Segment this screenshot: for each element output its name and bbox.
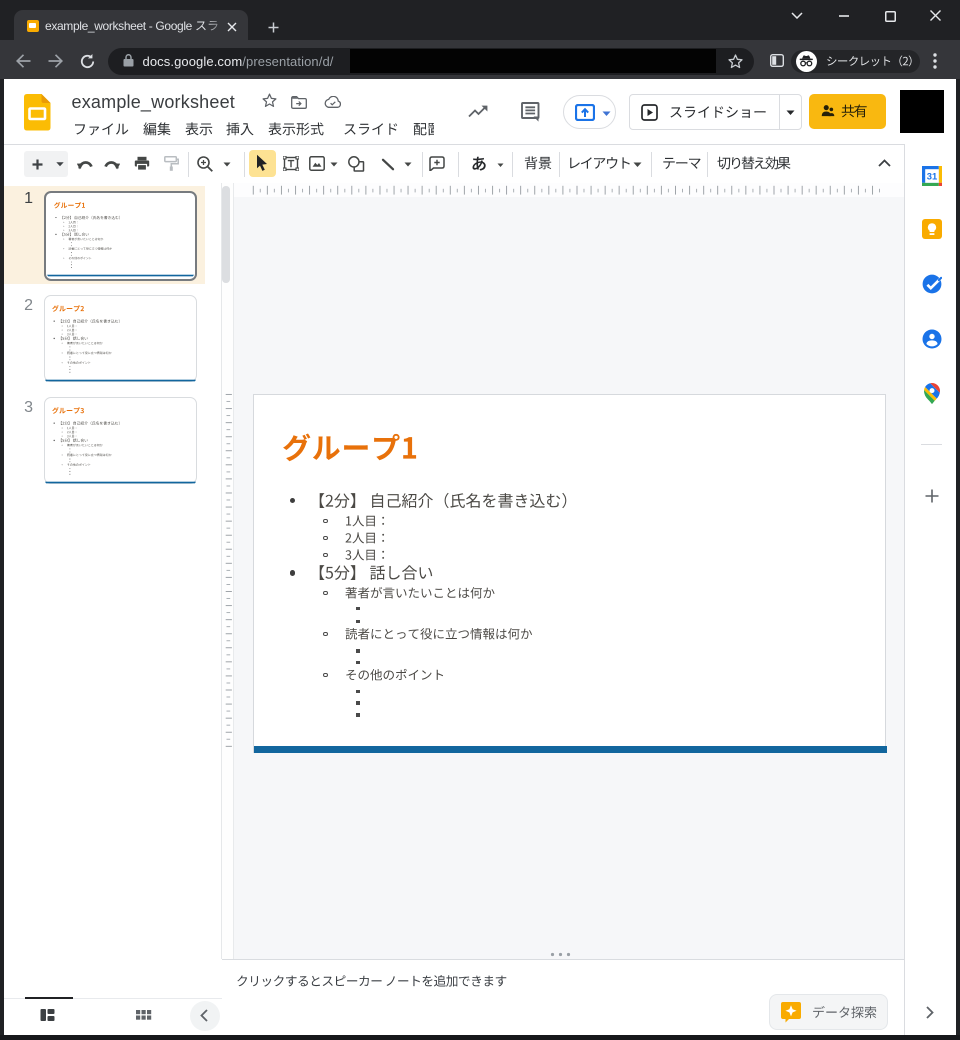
svg-text:31: 31 bbox=[926, 171, 936, 182]
